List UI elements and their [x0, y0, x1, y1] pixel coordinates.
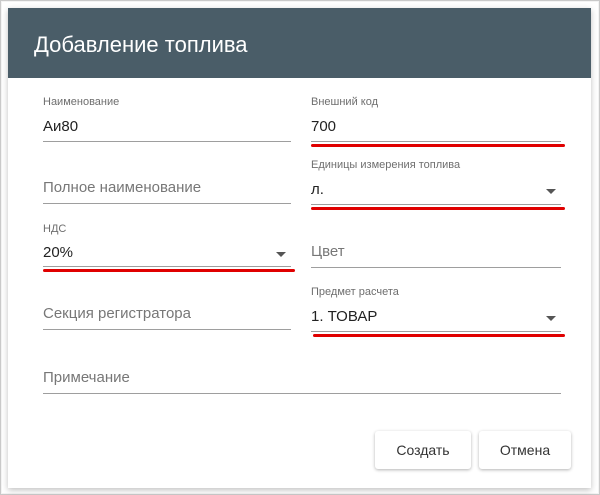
register-section-input[interactable]: Секция регистратора — [43, 305, 191, 323]
payment-subject-label: Предмет расчета — [311, 286, 399, 298]
vat-select[interactable]: НДС 20% — [43, 223, 291, 267]
note-underline — [43, 393, 561, 394]
units-label: Единицы измерения топлива — [311, 159, 461, 171]
vat-value: 20% — [43, 244, 74, 261]
chevron-down-icon[interactable] — [546, 189, 556, 194]
register-section-underline — [43, 329, 291, 330]
color-input[interactable]: Цвет — [311, 243, 345, 261]
create-button[interactable]: Создать — [375, 431, 471, 469]
external-code-input[interactable]: 700 — [311, 118, 336, 136]
external-code-field[interactable]: Внешний код 700 — [311, 96, 561, 142]
payment-subject-select[interactable]: Предмет расчета 1. ТОВАР — [311, 286, 561, 332]
annotation-underline-external-code — [311, 144, 565, 147]
external-code-label: Внешний код — [311, 96, 379, 108]
note-field[interactable]: Примечание — [43, 369, 561, 395]
register-section-field[interactable]: Секция регистратора — [43, 305, 291, 331]
vat-label: НДС — [43, 223, 67, 235]
units-select[interactable]: Единицы измерения топлива л. — [311, 159, 561, 205]
units-underline — [311, 204, 561, 205]
name-input[interactable]: Аи80 — [43, 118, 78, 136]
color-field[interactable]: Цвет — [311, 242, 561, 268]
dialog-header: Добавление топлива — [8, 8, 591, 78]
dialog-title: Добавление топлива — [34, 32, 248, 57]
annotation-underline-units — [311, 207, 565, 210]
payment-subject-underline — [311, 331, 561, 332]
annotation-underline-payment-subject — [313, 334, 565, 337]
chevron-down-icon[interactable] — [276, 252, 286, 257]
name-underline — [43, 141, 291, 142]
full-name-input[interactable]: Полное наименование — [43, 179, 201, 197]
cancel-button[interactable]: Отмена — [479, 431, 571, 469]
color-underline — [311, 267, 561, 268]
name-label: Наименование — [43, 96, 120, 108]
add-fuel-dialog: Добавление топлива Наименование Аи80 Вне… — [8, 8, 591, 488]
annotation-underline-vat — [43, 269, 295, 272]
chevron-down-icon[interactable] — [546, 316, 556, 321]
payment-subject-value: 1. ТОВАР — [311, 308, 378, 325]
vat-underline — [43, 266, 291, 267]
name-field[interactable]: Наименование Аи80 — [43, 96, 291, 142]
full-name-field[interactable]: Полное наименование — [43, 178, 291, 204]
units-value: л. — [311, 181, 324, 198]
external-code-underline — [311, 141, 561, 142]
screenshot-frame: Добавление топлива Наименование Аи80 Вне… — [0, 0, 600, 495]
full-name-underline — [43, 203, 291, 204]
note-input[interactable]: Примечание — [43, 369, 130, 387]
